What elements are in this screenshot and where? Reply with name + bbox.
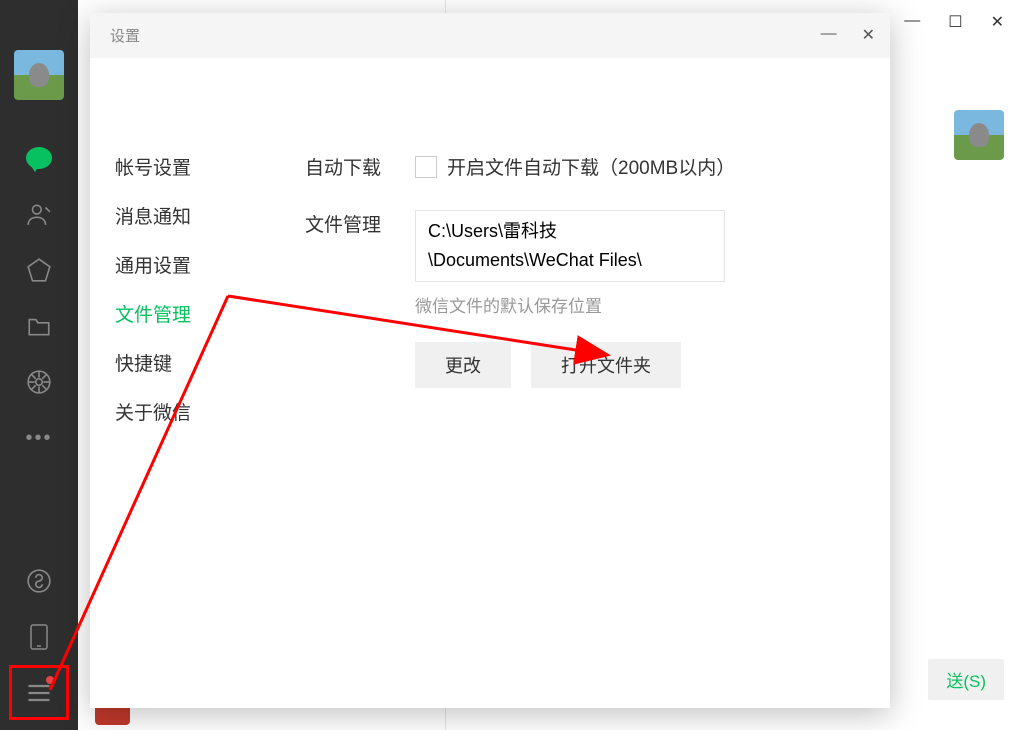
- chat-message-avatar[interactable]: [954, 110, 1004, 160]
- main-sidebar: •••: [0, 0, 78, 730]
- settings-nav: 帐号设置 消息通知 通用设置 文件管理 快捷键 关于微信: [90, 153, 245, 425]
- file-management-label: 文件管理: [305, 210, 415, 237]
- maximize-icon[interactable]: ☐: [948, 12, 962, 32]
- menu-button-highlighted[interactable]: [9, 665, 69, 720]
- moments-icon[interactable]: [26, 369, 52, 395]
- dialog-close-icon[interactable]: ✕: [862, 25, 875, 45]
- phone-icon[interactable]: [26, 624, 52, 650]
- chat-icon[interactable]: [26, 145, 52, 171]
- more-icon[interactable]: •••: [26, 425, 52, 451]
- auto-download-checkbox[interactable]: [415, 156, 437, 178]
- file-path-input[interactable]: C:\Users\雷科技\Documents\WeChat Files\: [415, 210, 725, 282]
- dialog-title: 设置: [110, 25, 140, 46]
- minimize-icon[interactable]: —: [904, 12, 920, 32]
- open-folder-button[interactable]: 打开文件夹: [531, 342, 681, 388]
- change-button[interactable]: 更改: [415, 342, 511, 388]
- settings-content: 自动下载 开启文件自动下载（200MB以内） 文件管理 C:\Users\雷科技…: [245, 153, 890, 425]
- nav-item-general[interactable]: 通用设置: [115, 251, 245, 278]
- favorites-icon[interactable]: [26, 257, 52, 283]
- dialog-titlebar: 设置 — ✕: [90, 13, 890, 58]
- auto-download-label: 自动下载: [305, 153, 415, 180]
- send-button[interactable]: 送(S): [928, 659, 1004, 700]
- nav-item-about[interactable]: 关于微信: [115, 398, 245, 425]
- file-path-hint: 微信文件的默认保存位置: [415, 292, 860, 317]
- nav-item-account[interactable]: 帐号设置: [115, 153, 245, 180]
- avatar[interactable]: [14, 50, 64, 100]
- dialog-minimize-icon[interactable]: —: [821, 25, 837, 45]
- miniprogram-icon[interactable]: [26, 568, 52, 594]
- close-icon[interactable]: ✕: [991, 12, 1004, 32]
- settings-dialog: 设置 — ✕ 帐号设置 消息通知 通用设置 文件管理 快捷键 关于微信 自动下载…: [90, 13, 890, 708]
- auto-download-text: 开启文件自动下载（200MB以内）: [447, 153, 735, 180]
- nav-item-shortcuts[interactable]: 快捷键: [115, 349, 245, 376]
- nav-item-notification[interactable]: 消息通知: [115, 202, 245, 229]
- nav-item-file-management[interactable]: 文件管理: [115, 300, 245, 327]
- notification-dot: [46, 676, 54, 684]
- files-icon[interactable]: [26, 313, 52, 339]
- contacts-icon[interactable]: [26, 201, 52, 227]
